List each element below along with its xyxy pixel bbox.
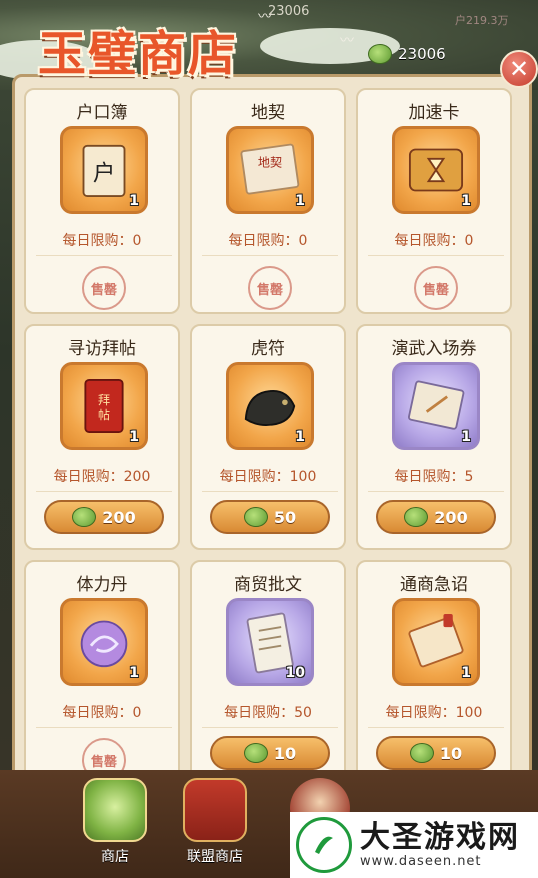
shop-item-card[interactable]: 体力丹 1 每日限购：0 售罄 [24,560,180,786]
alliance-banner-icon [183,778,247,842]
card-divider [36,491,172,492]
jade-coin-icon [404,507,429,527]
jade-coin-icon [243,743,268,763]
item-image-frame[interactable]: 1 [60,598,148,686]
close-button[interactable]: ✕ [500,50,538,88]
price-value: 10 [439,743,463,763]
item-name: 商贸批文 [234,575,302,595]
svg-text:帖: 帖 [98,407,110,422]
daily-limit-text: 每日限购：0 [62,233,142,249]
daily-limit-text: 每日限购：5 [394,469,474,485]
shop-title: 玉璧商店 [38,26,239,82]
jade-coin-icon [243,507,268,527]
tab-shop[interactable]: 商店 [80,778,150,866]
watermark-logo-icon [296,817,352,873]
item-image-frame[interactable]: 1 [226,362,314,450]
jade-coin-icon [72,507,97,527]
item-count: 1 [129,665,139,681]
buy-button[interactable]: 200 [376,500,496,534]
close-icon: ✕ [508,55,530,83]
tab-alliance-shop[interactable]: 联盟商店 [180,778,250,866]
price-value: 200 [434,507,468,527]
background-currency-2: 户219.3万 [455,14,509,27]
background-currency: 23006 [268,4,310,19]
shop-item-card[interactable]: 虎符 1 每日限购：100 50 [190,324,346,550]
item-name: 体力丹 [76,575,128,595]
item-image-frame[interactable]: 10 [226,598,314,686]
item-image-frame[interactable]: 拜帖 1 [60,362,148,450]
sold-out-stamp: 售罄 [82,266,126,310]
shop-item-card[interactable]: 寻访拜帖拜帖 1 每日限购：200 200 [24,324,180,550]
item-image-frame[interactable]: 户1 [60,126,148,214]
card-divider [36,727,172,728]
shop-item-card[interactable]: 地契 地契 1 每日限购：0 售罄 [190,88,346,314]
daily-limit-text: 每日限购：0 [394,233,474,249]
shop-item-card[interactable]: 商贸批文 10 每日限购：50 10 [190,560,346,786]
watermark-text: 大圣游戏网 [360,819,520,855]
shop-item-card[interactable]: 通商急诏 1 每日限购：100 10 [356,560,512,786]
shop-item-card[interactable]: 户口簿户 1 每日限购：0 售罄 [24,88,180,314]
watermark-url: www.daseen.net [360,853,482,869]
svg-text:拜: 拜 [98,393,110,407]
item-count: 1 [295,429,305,445]
sold-out-stamp: 售罄 [248,266,292,310]
jade-coin-icon [368,44,392,64]
price-value: 10 [273,743,297,763]
buy-button[interactable]: 200 [44,500,164,534]
price-value: 200 [102,507,136,527]
item-count: 10 [285,665,305,681]
card-divider [368,727,504,728]
item-name: 演武入场券 [391,339,477,359]
daily-limit-text: 每日限购：0 [62,705,142,721]
jade-dragon-icon [83,778,147,842]
item-name: 地契 [251,103,285,123]
item-count: 1 [461,429,471,445]
item-image-frame[interactable]: 1 [392,598,480,686]
item-name: 户口簿 [76,103,128,123]
buy-button[interactable]: 10 [210,736,330,770]
card-divider [36,255,172,256]
jade-coin-icon [409,743,434,763]
item-name: 寻访拜帖 [68,339,136,359]
daily-limit-text: 每日限购：100 [219,469,317,485]
card-divider [202,727,338,728]
tab-alliance-shop-label: 联盟商店 [187,849,243,865]
daily-limit-text: 每日限购：0 [228,233,308,249]
card-divider [202,255,338,256]
watermark: 大圣游戏网 www.daseen.net [290,812,538,878]
svg-text:地契: 地契 [258,155,282,169]
currency-display: 23006 [368,44,446,64]
shop-item-card[interactable]: 加速卡 1 每日限购：0 售罄 [356,88,512,314]
item-image-frame[interactable]: 1 [392,362,480,450]
sold-out-stamp: 售罄 [414,266,458,310]
price-value: 50 [273,507,297,527]
daily-limit-text: 每日限购：200 [53,469,151,485]
item-count: 1 [461,193,471,209]
daily-limit-text: 每日限购：100 [385,705,483,721]
item-count: 1 [295,193,305,209]
buy-button[interactable]: 10 [376,736,496,770]
item-count: 1 [129,429,139,445]
buy-button[interactable]: 50 [210,500,330,534]
card-divider [202,491,338,492]
bird-icon: 〰 [340,33,354,49]
svg-text:户: 户 [93,160,115,186]
item-name: 虎符 [251,339,285,359]
shop-item-card[interactable]: 演武入场券 1 每日限购：5 200 [356,324,512,550]
daily-limit-text: 每日限购：50 [224,705,312,721]
item-name: 加速卡 [408,103,460,123]
card-divider [368,255,504,256]
item-name: 通商急诏 [400,575,468,595]
item-image-frame[interactable]: 1 [392,126,480,214]
card-divider [368,491,504,492]
tab-shop-label: 商店 [101,849,129,865]
currency-value: 23006 [398,45,446,63]
item-count: 1 [129,193,139,209]
item-count: 1 [461,665,471,681]
item-image-frame[interactable]: 地契 1 [226,126,314,214]
